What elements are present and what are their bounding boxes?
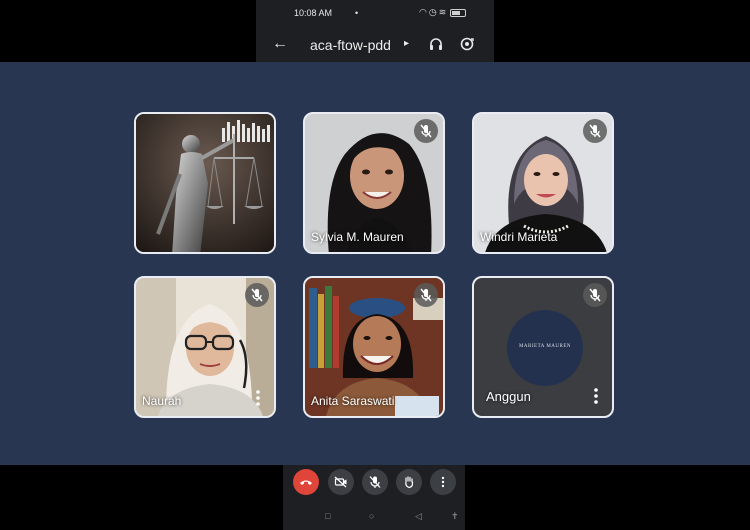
home-icon[interactable]: ○	[369, 511, 374, 521]
call-controls	[283, 469, 465, 499]
raise-hand-button[interactable]	[396, 469, 422, 495]
more-vertical-icon[interactable]	[594, 388, 598, 404]
muted-indicator	[245, 283, 269, 307]
participant-name: Sylvia M. Mauren	[311, 230, 404, 244]
participant-tile[interactable]: Sylvia M. Mauren	[303, 112, 445, 254]
meeting-header: ← aca-ftow-pdd ▸	[256, 28, 494, 62]
meeting-code[interactable]: aca-ftow-pdd	[310, 37, 391, 53]
phone-hangup-icon	[300, 480, 312, 485]
alarm-icon: ◷	[428, 7, 439, 17]
camera-toggle-button[interactable]	[328, 469, 354, 495]
mic-off-icon	[369, 476, 381, 488]
participant-video	[136, 114, 274, 252]
mic-off-icon	[589, 288, 601, 302]
participant-name: Anita Saraswati	[311, 394, 395, 408]
participant-tile[interactable]: Windri Marieta	[472, 112, 614, 254]
participants-grid: Sylvia M. Mauren Windri Marieta Naurah A…	[0, 62, 750, 465]
recents-icon[interactable]: □	[325, 511, 330, 521]
participant-name: Naurah	[142, 394, 182, 408]
mic-off-icon	[251, 288, 263, 302]
muted-indicator	[583, 283, 607, 307]
participant-name: Anggun	[486, 389, 531, 404]
muted-indicator	[583, 119, 607, 143]
status-dot: •	[355, 8, 359, 18]
back-icon[interactable]: ◁	[415, 511, 422, 522]
participant-tile[interactable]: Naurah	[134, 276, 276, 418]
participant-tile[interactable]: MARIETA MAUREN Anggun	[472, 276, 614, 418]
wifi-icon: ≋	[438, 7, 449, 17]
accessibility-icon[interactable]: ✝	[451, 511, 459, 522]
audio-output-icon[interactable]	[428, 36, 444, 52]
muted-indicator	[414, 283, 438, 307]
mic-off-icon	[420, 288, 432, 302]
hand-icon	[405, 476, 414, 489]
more-options-button[interactable]	[430, 469, 456, 495]
participant-tile[interactable]	[134, 112, 276, 254]
status-time: 10:08 AM	[294, 8, 333, 18]
muted-indicator	[414, 119, 438, 143]
camera-off-icon	[334, 476, 347, 488]
end-call-button[interactable]	[293, 469, 319, 495]
chevron-right-icon[interactable]: ▸	[404, 38, 409, 49]
switch-camera-icon[interactable]	[459, 36, 475, 52]
headphones-status-icon: ◠	[419, 7, 429, 17]
battery-icon	[450, 8, 467, 17]
status-icons: ◠◷≋	[419, 7, 467, 18]
participant-avatar: MARIETA MAUREN	[507, 310, 583, 386]
mic-toggle-button[interactable]	[362, 469, 388, 495]
mic-off-icon	[589, 124, 601, 138]
system-nav-bar: □ ○ ◁ ✝	[283, 511, 465, 525]
phone-bottom-bar: □ ○ ◁ ✝	[283, 465, 465, 530]
status-bar: 10:08 AM • ◠◷≋	[256, 0, 494, 26]
mic-off-icon	[420, 124, 432, 138]
back-arrow-icon[interactable]: ←	[272, 35, 288, 53]
participant-tile[interactable]: Anita Saraswati	[303, 276, 445, 418]
participant-name: Windri Marieta	[480, 230, 558, 244]
more-vertical-icon	[441, 476, 445, 488]
avatar-logo-text: MARIETA MAUREN	[518, 344, 572, 349]
more-vertical-icon[interactable]	[256, 390, 260, 406]
phone-top-bar: 10:08 AM • ◠◷≋ ← aca-ftow-pdd ▸	[256, 0, 494, 62]
